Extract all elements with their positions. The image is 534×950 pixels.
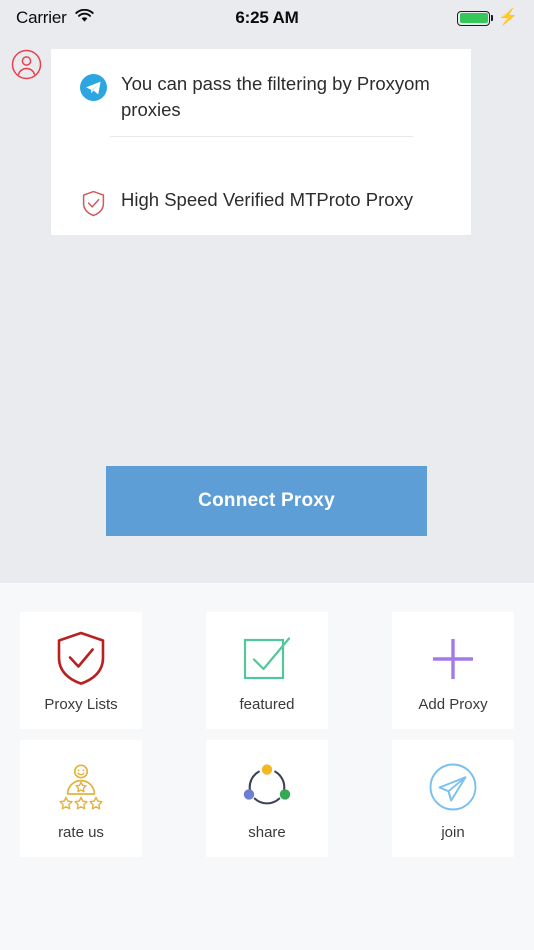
info-row-telegram: You can pass the filtering by Proxyom pr…: [51, 49, 471, 123]
shield-check-icon: [73, 187, 113, 217]
tile-proxy-lists[interactable]: Proxy Lists: [20, 612, 142, 729]
person-stars-icon: [55, 756, 107, 818]
action-tile-grid: Proxy Lists featured Add Proxy rate us s…: [20, 612, 534, 857]
share-nodes-icon: [241, 756, 293, 818]
status-bar: Carrier 6:25 AM ⚡: [0, 0, 534, 36]
carrier-label: Carrier: [16, 8, 67, 27]
tile-label: Add Proxy: [418, 695, 488, 713]
wifi-icon: [74, 8, 94, 28]
status-bar-left: Carrier: [16, 8, 235, 28]
app-screen: Carrier 6:25 AM ⚡ You can pass the filte…: [0, 0, 534, 950]
tile-rate-us[interactable]: rate us: [20, 740, 142, 857]
tile-label: join: [441, 823, 465, 841]
bottom-panel: Proxy Lists featured Add Proxy rate us s…: [0, 583, 534, 950]
tile-featured[interactable]: featured: [206, 612, 328, 729]
checkbox-check-icon: [241, 628, 293, 690]
info-row-mtproto: High Speed Verified MTProto Proxy: [51, 169, 471, 217]
tile-label: featured: [239, 695, 295, 713]
tile-label: share: [248, 823, 286, 841]
send-circle-icon: [427, 756, 479, 818]
plus-icon: [427, 628, 479, 690]
battery-icon: [457, 10, 494, 26]
tile-label: Proxy Lists: [44, 695, 118, 713]
avatar[interactable]: [11, 49, 42, 80]
tile-label: rate us: [58, 823, 104, 841]
tile-join[interactable]: join: [392, 740, 514, 857]
clock-label: 6:25 AM: [235, 8, 299, 27]
info-row-telegram-text: You can pass the filtering by Proxyom pr…: [121, 73, 430, 120]
lightning-bolt-icon: ⚡: [498, 9, 518, 26]
tile-add-proxy[interactable]: Add Proxy: [392, 612, 514, 729]
shield-check-icon: [55, 628, 107, 690]
connect-proxy-button[interactable]: Connect Proxy: [106, 466, 427, 536]
status-bar-right: ⚡: [299, 10, 518, 26]
info-card: You can pass the filtering by Proxyom pr…: [51, 49, 471, 235]
telegram-icon: [73, 71, 113, 101]
card-divider: [110, 136, 413, 137]
info-row-mtproto-text: High Speed Verified MTProto Proxy: [121, 189, 414, 210]
tile-share[interactable]: share: [206, 740, 328, 857]
